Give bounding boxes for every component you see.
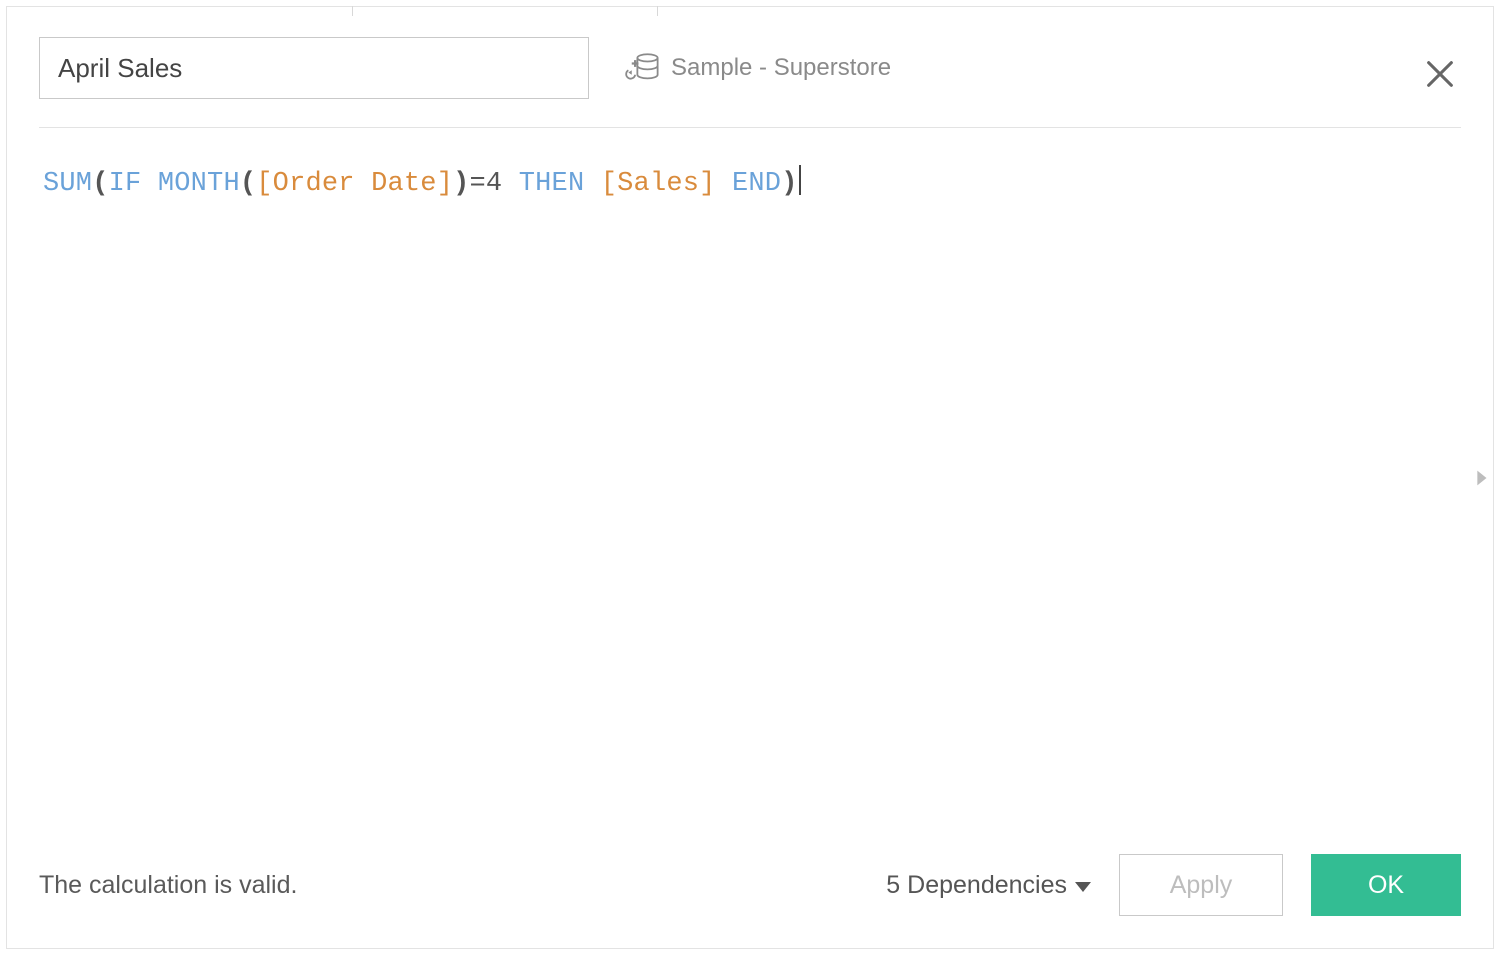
dialog-header: Sample - Superstore [7, 7, 1493, 99]
dependencies-dropdown[interactable]: 5 Dependencies [886, 871, 1091, 900]
formula-token-punct: ) [781, 169, 797, 199]
formula-token-punct: ) [453, 169, 469, 199]
datasource-selector[interactable]: Sample - Superstore [625, 50, 891, 86]
formula-token-punct: ( [92, 169, 108, 199]
ok-button[interactable]: OK [1311, 854, 1461, 916]
formula-token-func: MONTH [158, 169, 240, 199]
close-button[interactable] [1423, 57, 1457, 91]
dialog-footer: The calculation is valid. 5 Dependencies… [7, 854, 1493, 948]
expand-chevron-right-icon[interactable] [1467, 458, 1495, 498]
formula-token-plain: =4 [470, 169, 519, 199]
formula-token-field: [Order Date] [256, 169, 453, 199]
formula-token-punct: ( [240, 169, 256, 199]
dependencies-label: 5 Dependencies [886, 871, 1067, 900]
formula-token-kw: THEN [519, 169, 601, 199]
validation-status: The calculation is valid. [39, 871, 858, 900]
formula-editor[interactable]: SUM(IF MONTH([Order Date])=4 THEN [Sales… [7, 128, 1493, 854]
calculated-field-dialog: Sample - Superstore SUM(IF MONTH([Order … [6, 6, 1494, 949]
formula-token-plain [716, 169, 732, 199]
formula-token-kw: IF [109, 169, 158, 199]
datasource-icon [625, 50, 661, 86]
formula-token-field: [Sales] [601, 169, 716, 199]
formula-token-func: SUM [43, 169, 92, 199]
text-caret [799, 165, 801, 195]
field-name-input[interactable] [39, 37, 589, 99]
formula-token-kw: END [732, 169, 781, 199]
datasource-name: Sample - Superstore [671, 54, 891, 82]
apply-button[interactable]: Apply [1119, 854, 1283, 916]
chevron-down-icon [1075, 882, 1091, 892]
